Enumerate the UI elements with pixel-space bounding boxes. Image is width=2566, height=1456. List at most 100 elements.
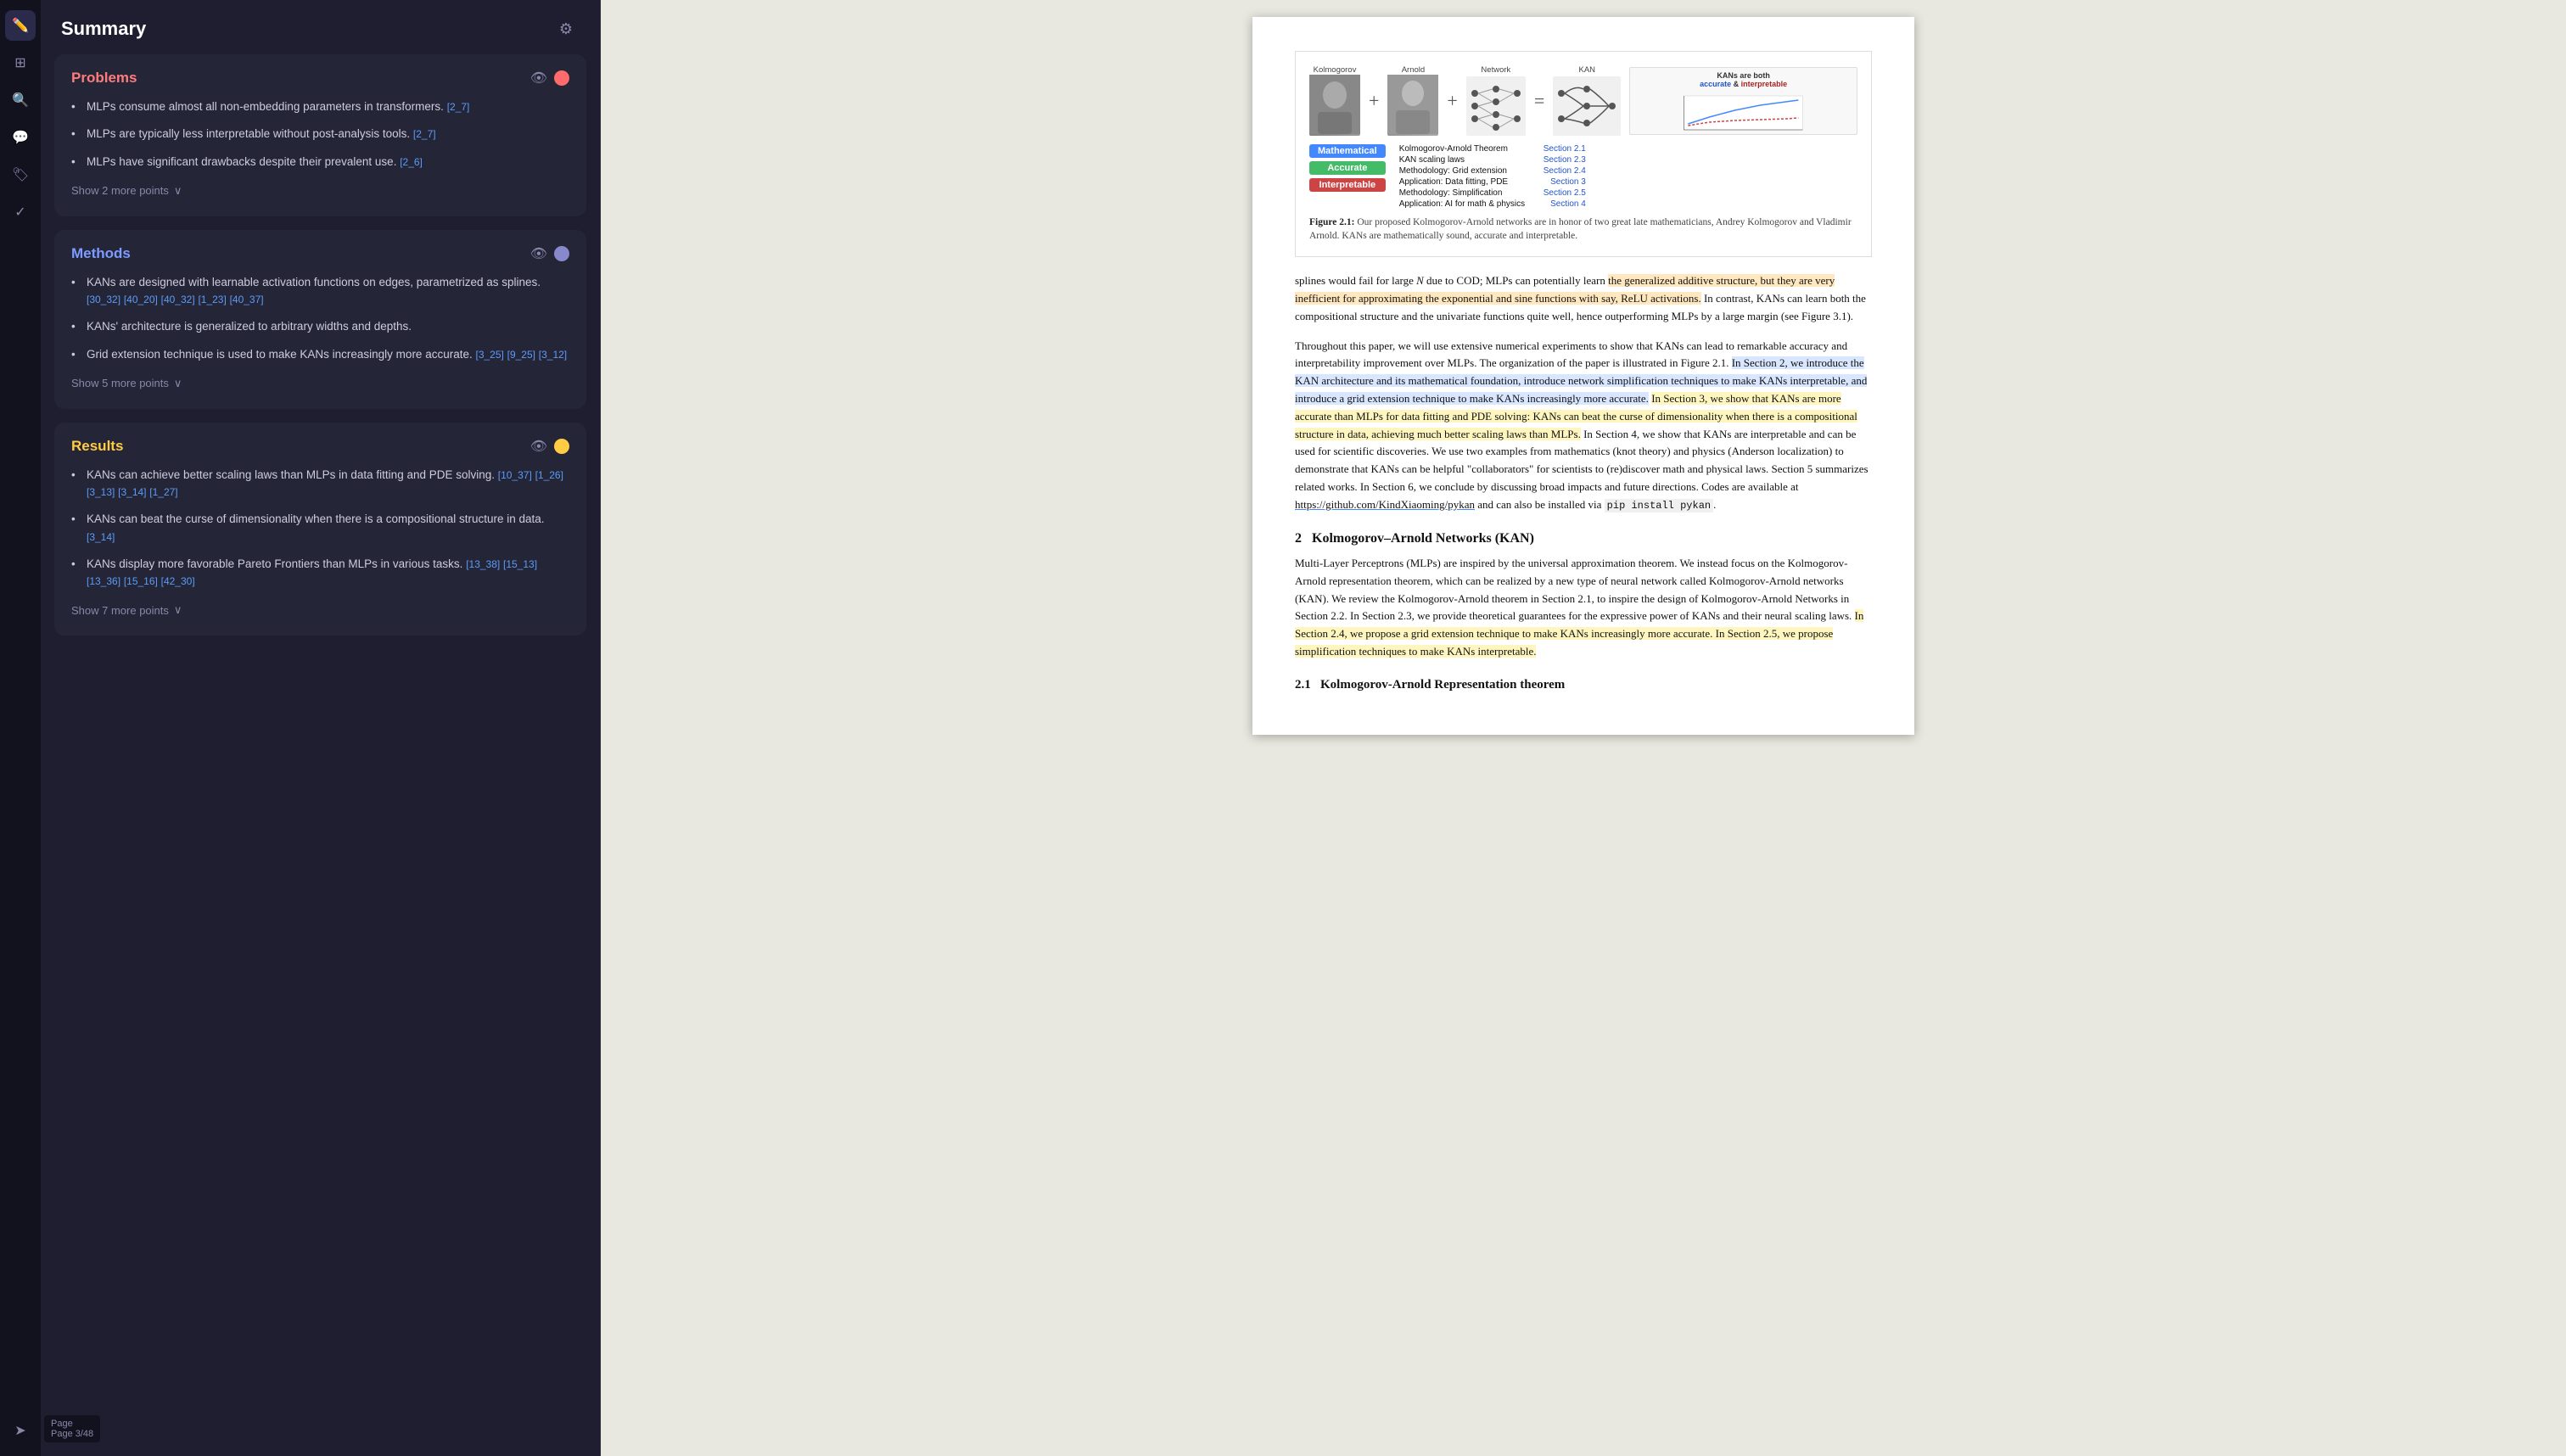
network-label: Network (1481, 65, 1510, 75)
methods-ref-1e[interactable]: [40_37] (230, 294, 264, 305)
methods-show-more-chevron: ∨ (174, 377, 182, 390)
legend-text-1: Kolmogorov-Arnold Theorem (1399, 144, 1508, 154)
chart-title: KANs are bothaccurate & interpretable (1635, 71, 1852, 88)
highlight-orange-1: the generalized additive structure, but … (1295, 274, 1835, 305)
checkmark-button[interactable]: ✓ (5, 197, 36, 227)
section-2-5: Section 2.5 (1544, 188, 1586, 198)
interpretable-btn: Interpretable (1309, 178, 1386, 192)
figure-caption: Figure 2.1: Our proposed Kolmogorov-Arno… (1309, 216, 1857, 243)
summary-title: Summary (61, 18, 146, 40)
legend-text-3: Methodology: Grid extension (1399, 166, 1507, 176)
methods-ref-3c[interactable]: [3_12] (539, 349, 567, 361)
pdf-area[interactable]: Kolmogorov + Arnold (601, 0, 2566, 1456)
section-2-1-heading: 2.1 Kolmogorov-Arnold Representation the… (1295, 678, 1872, 692)
accurate-btn: Accurate (1309, 161, 1386, 175)
results-ref-1c[interactable]: [3_13] (87, 486, 115, 498)
section-3: Section 3 (1550, 177, 1586, 187)
kan-label: KAN (1578, 65, 1595, 75)
kan-group: KAN (1553, 65, 1621, 136)
network-group: Network (1466, 65, 1526, 136)
problems-ref-3[interactable]: [2_6] (400, 156, 423, 168)
results-header-right: 👁 (530, 438, 569, 455)
pdf-para-3: Multi-Layer Perceptrons (MLPs) are inspi… (1295, 555, 1872, 661)
pdf-para-1: splines would fail for large N due to CO… (1295, 272, 1872, 325)
methods-card-header: Methods 👁 (71, 245, 569, 262)
results-ref-1d[interactable]: [3_14] (118, 486, 146, 498)
legend-entry-6: Application: AI for math & physics Secti… (1399, 199, 1586, 209)
problems-bullet-3: MLPs have significant drawbacks despite … (71, 154, 569, 171)
results-show-more[interactable]: Show 7 more points ∨ (71, 600, 569, 620)
methods-bullet-1: KANs are designed with learnable activat… (71, 274, 569, 309)
methods-eye-icon[interactable]: 👁 (530, 245, 547, 262)
problems-eye-icon[interactable]: 👁 (530, 70, 547, 87)
methods-show-more[interactable]: Show 5 more points ∨ (71, 373, 569, 394)
results-ref-1e[interactable]: [1_27] (149, 486, 177, 498)
legend-entries: Kolmogorov-Arnold Theorem Section 2.1 KA… (1399, 144, 1586, 209)
problems-show-more[interactable]: Show 2 more points ∨ (71, 181, 569, 201)
methods-ref-3b[interactable]: [9_25] (507, 349, 535, 361)
problems-title: Problems (71, 70, 137, 87)
arnold-group: Arnold (1387, 65, 1438, 136)
legend-entry-1: Kolmogorov-Arnold Theorem Section 2.1 (1399, 144, 1586, 154)
results-ref-2a[interactable]: [3_14] (87, 531, 115, 543)
network-diagram (1466, 76, 1526, 136)
layers-button[interactable]: ⊞ (5, 48, 36, 78)
legend-entry-3: Methodology: Grid extension Section 2.4 (1399, 166, 1586, 176)
methods-title: Methods (71, 245, 131, 262)
results-card-header: Results 👁 (71, 438, 569, 455)
figure-row-top: Kolmogorov + Arnold (1309, 65, 1857, 136)
legend-text-2: KAN scaling laws (1399, 155, 1465, 165)
problems-ref-1[interactable]: [2_7] (447, 101, 470, 113)
problems-show-more-chevron: ∨ (174, 184, 182, 198)
results-ref-3b[interactable]: [15_13] (503, 558, 537, 570)
gear-button[interactable]: ⚙ (552, 15, 580, 42)
section-2-3: Section 2.3 (1544, 155, 1586, 165)
figure-legend: Mathematical Accurate Interpretable Kolm… (1309, 144, 1857, 209)
search-button[interactable]: 🔍 (5, 85, 36, 115)
code-url: https://github.com/KindXiaoming/pykan (1295, 498, 1475, 511)
pen-button[interactable]: ✏️ (5, 10, 36, 41)
results-bullet-3: KANs display more favorable Pareto Front… (71, 556, 569, 591)
results-title: Results (71, 438, 123, 455)
results-ref-3e[interactable]: [42_30] (161, 575, 195, 587)
methods-ref-1d[interactable]: [1_23] (198, 294, 226, 305)
summary-panel: Summary ⚙ Problems 👁 MLPs consume almost… (41, 0, 601, 1456)
results-eye-icon[interactable]: 👁 (530, 438, 547, 455)
methods-bullet-2: KANs' architecture is generalized to arb… (71, 318, 569, 335)
methods-ref-1b[interactable]: [40_20] (124, 294, 158, 305)
methods-color-dot (554, 246, 569, 261)
problems-color-dot (554, 70, 569, 86)
problems-bullet-2: MLPs are typically less interpretable wi… (71, 126, 569, 143)
legend-text-4: Application: Data fitting, PDE (1399, 177, 1508, 187)
plus-op-1: + (1369, 90, 1379, 112)
methods-ref-1a[interactable]: [30_32] (87, 294, 120, 305)
sidebar: ✏️ ⊞ 🔍 💬 🏷 ✓ ➤ (0, 0, 41, 1456)
results-ref-1a[interactable]: [10_37] (498, 469, 532, 481)
problems-bullet-list: MLPs consume almost all non-embedding pa… (71, 98, 569, 171)
results-ref-1b[interactable]: [1_26] (535, 469, 563, 481)
legend-entry-2: KAN scaling laws Section 2.3 (1399, 155, 1586, 165)
methods-show-more-label: Show 5 more points (71, 377, 169, 389)
legend-text-6: Application: AI for math & physics (1399, 199, 1525, 209)
results-ref-3a[interactable]: [13_38] (466, 558, 500, 570)
results-bullet-2: KANs can beat the curse of dimensionalit… (71, 511, 569, 546)
methods-ref-3a[interactable]: [3_25] (475, 349, 503, 361)
section-2-heading: 2 Kolmogorov–Arnold Networks (KAN) (1295, 531, 1872, 546)
section-4: Section 4 (1550, 199, 1586, 209)
chat-button[interactable]: 💬 (5, 122, 36, 153)
legend-text-5: Methodology: Simplification (1399, 188, 1503, 198)
problems-ref-2[interactable]: [2_7] (413, 128, 436, 140)
send-button[interactable]: ➤ (5, 1415, 36, 1446)
legend-buttons: Mathematical Accurate Interpretable (1309, 144, 1386, 192)
highlight-yellow-2: In Section 2.4, we propose a grid extens… (1295, 609, 1863, 658)
arnold-label: Arnold (1402, 65, 1425, 75)
legend-entry-5: Methodology: Simplification Section 2.5 (1399, 188, 1586, 198)
methods-ref-1c[interactable]: [40_32] (161, 294, 195, 305)
equals-op: = (1534, 90, 1544, 112)
results-ref-3c[interactable]: [13_36] (87, 575, 120, 587)
problems-show-more-label: Show 2 more points (71, 184, 169, 197)
results-bullet-1: KANs can achieve better scaling laws tha… (71, 467, 569, 501)
bookmark-button[interactable]: 🏷 (5, 160, 36, 190)
kolmogorov-label: Kolmogorov (1314, 65, 1357, 75)
results-ref-3d[interactable]: [15_16] (124, 575, 158, 587)
